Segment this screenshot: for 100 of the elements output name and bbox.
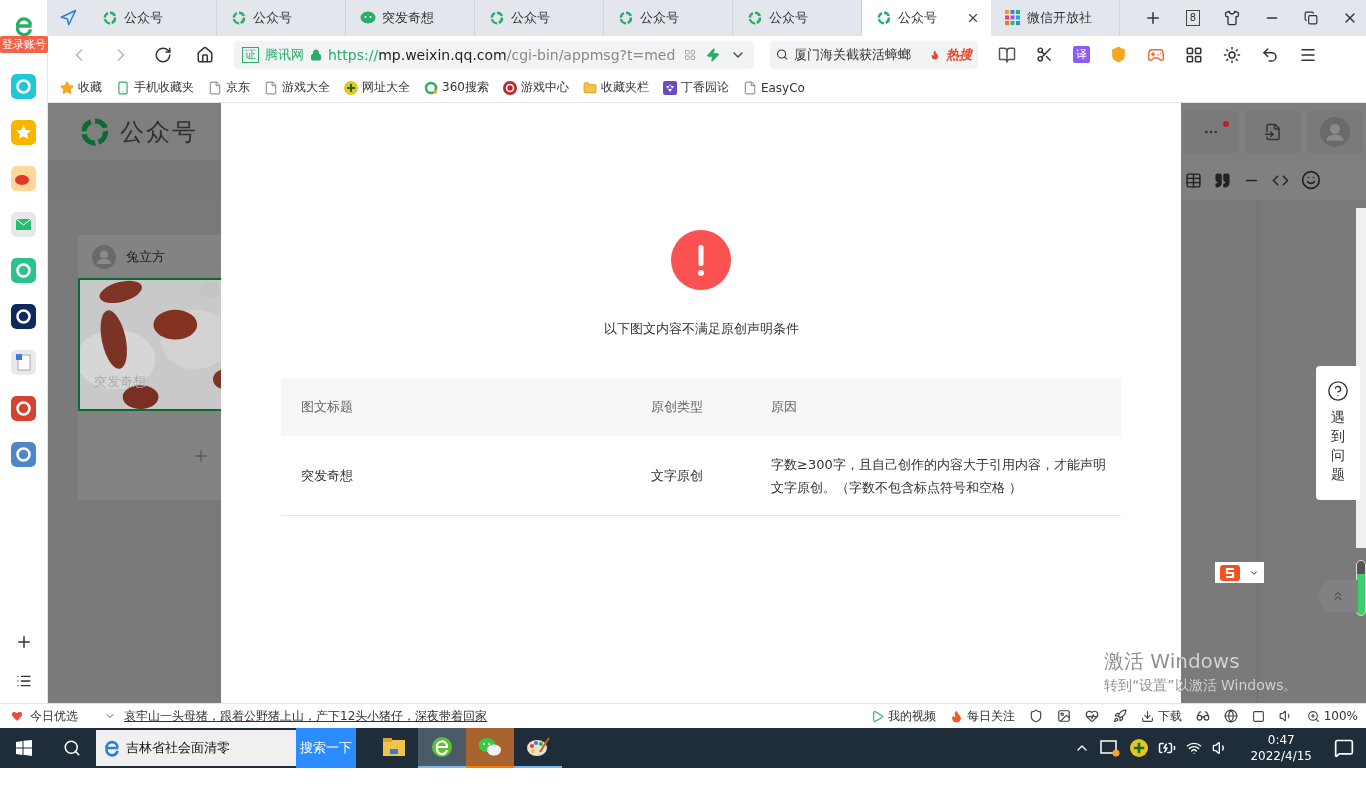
- health-icon[interactable]: [1084, 709, 1099, 723]
- swirl-logo-icon: [489, 10, 505, 26]
- shield-icon[interactable]: [1028, 709, 1043, 723]
- ring-icon: [424, 80, 438, 95]
- page-icon: [264, 80, 278, 95]
- status-link[interactable]: 我的视频: [887, 707, 936, 725]
- author-name: 兔立方: [126, 247, 165, 266]
- home-icon[interactable]: [196, 45, 214, 64]
- browser-icon[interactable]: [431, 736, 453, 758]
- bookmark-item[interactable]: 游戏中心: [502, 79, 569, 96]
- bookmark-item[interactable]: 收藏: [60, 79, 102, 96]
- column-header: 原创类型: [650, 398, 704, 416]
- glasses-icon[interactable]: [1195, 709, 1210, 723]
- avatar-icon: [92, 244, 116, 269]
- game-badge-icon: [502, 80, 517, 95]
- bookmark-item[interactable]: 收藏夹栏: [582, 79, 649, 96]
- paint-palette-icon[interactable]: [526, 736, 550, 758]
- image-icon[interactable]: [1056, 709, 1071, 723]
- rocket-icon[interactable]: [1112, 709, 1127, 723]
- browser-logo-icon: [102, 738, 122, 758]
- status-link[interactable]: 每日关注: [966, 707, 1015, 725]
- search-field[interactable]: 厦门海关截获活蟑螂 热搜: [770, 40, 978, 69]
- apps-grid-icon[interactable]: [1185, 45, 1203, 64]
- taskbar-search-field[interactable]: 吉林省社会面清零: [96, 730, 296, 766]
- restore-icon[interactable]: [1304, 11, 1318, 25]
- swirl-logo-icon: [102, 10, 118, 26]
- bookmark-item[interactable]: EasyCo: [742, 80, 805, 95]
- tab-count[interactable]: 8: [1185, 10, 1200, 26]
- navigation-icon[interactable]: [59, 9, 77, 27]
- bookmark-item[interactable]: 360搜索: [424, 79, 489, 96]
- bookmark-item[interactable]: 京东: [208, 79, 250, 96]
- swirl-logo-icon: [747, 10, 763, 26]
- address-field[interactable]: 证 腾讯网 https://mp.weixin.qq.com/cgi-bin/appmsg?t=med: [234, 40, 754, 69]
- swirl-logo-icon: [231, 10, 247, 26]
- folder-icon[interactable]: [383, 738, 405, 756]
- plus-circle-icon[interactable]: [1130, 739, 1149, 757]
- shirt-icon[interactable]: [1224, 10, 1240, 26]
- taskbar-search-input[interactable]: 吉林省社会面清零: [126, 740, 236, 756]
- input-method-logo-icon[interactable]: [1219, 564, 1240, 581]
- clock[interactable]: 0:47 2022/4/15: [1250, 732, 1312, 764]
- column-header: 图文标题: [300, 398, 354, 416]
- quote-icon[interactable]: [1214, 171, 1231, 189]
- undo-icon[interactable]: [1261, 45, 1279, 64]
- lock-icon: [310, 48, 322, 61]
- page-icon: [208, 80, 222, 95]
- window-icon[interactable]: [1251, 709, 1265, 723]
- translate-button[interactable]: 译: [1073, 46, 1090, 63]
- flower-icon: [662, 80, 677, 95]
- help-label[interactable]: 遇到问题: [1331, 408, 1345, 484]
- table-cell-text: 突发奇想: [300, 467, 354, 485]
- brightness-icon[interactable]: [1223, 45, 1241, 64]
- zoom-icon[interactable]: [1306, 709, 1320, 723]
- flame-icon[interactable]: [949, 709, 963, 723]
- search-icon[interactable]: [776, 47, 789, 62]
- help-icon[interactable]: [1327, 380, 1349, 402]
- bookmark-item[interactable]: 游戏大全: [264, 79, 330, 96]
- status-label[interactable]: 今日优选: [30, 707, 78, 725]
- plus-circle-icon: [344, 80, 358, 95]
- lightning-icon[interactable]: [706, 47, 720, 62]
- search-input[interactable]: 厦门海关截获活蟑螂: [794, 47, 925, 62]
- wifi-icon[interactable]: [1186, 740, 1203, 756]
- globe-icon[interactable]: [1223, 709, 1238, 723]
- headline-link[interactable]: 哀牢山一头母猪，跟着公野猪上山，产下12头小猪仔，深夜带着回家: [124, 707, 488, 725]
- reader-icon[interactable]: [998, 45, 1016, 64]
- flame-icon: [930, 48, 940, 61]
- chat-bubble-icon: [360, 11, 376, 25]
- phone-icon: [116, 80, 130, 95]
- star-icon: [60, 80, 74, 95]
- swirl-logo-icon: [876, 10, 892, 26]
- hot-search-link[interactable]: 热搜: [946, 45, 972, 64]
- heart-icon: [10, 709, 24, 723]
- notification-icon[interactable]: [1334, 738, 1354, 758]
- colorful-grid-icon: [1005, 10, 1021, 26]
- play-icon[interactable]: [870, 709, 884, 723]
- scissors-icon[interactable]: [1036, 46, 1053, 63]
- bookmark-item[interactable]: 网址大全: [344, 79, 410, 96]
- column-header: 原因: [770, 398, 798, 416]
- folder-icon: [582, 80, 597, 95]
- dialog-message: 以下图文内容不满足原创声明条件: [603, 320, 799, 338]
- table-icon[interactable]: [1185, 171, 1202, 189]
- zoom-level[interactable]: 100%: [1323, 709, 1358, 723]
- page-icon: [742, 80, 757, 95]
- table-cell-text: 文字原创: [650, 467, 704, 485]
- site-logo-text: 公众号: [120, 116, 198, 148]
- document-app-icon[interactable]: [11, 350, 36, 375]
- close-icon[interactable]: [966, 11, 980, 25]
- bookmark-item[interactable]: 丁香园论: [662, 79, 729, 96]
- star-app-icon[interactable]: [11, 120, 36, 145]
- reload-icon[interactable]: [154, 45, 172, 64]
- bookmark-item[interactable]: 手机收藏夹: [116, 79, 194, 96]
- chat-app-icon[interactable]: [478, 737, 502, 757]
- browser-tab[interactable]: 公众号: [862, 0, 991, 36]
- swirl-logo-icon: [618, 10, 634, 26]
- download-icon[interactable]: [1140, 709, 1154, 723]
- download-link[interactable]: 下载: [1157, 707, 1182, 725]
- emoji-icon[interactable]: [1301, 170, 1321, 190]
- list-icon[interactable]: [15, 673, 32, 689]
- tray-app-icon[interactable]: [1100, 739, 1121, 757]
- table-cell-text: 字数≥300字，且自己创作的内容大于引用内容，才能声明文字原创。（字数不包含标点符号和空格 ）: [770, 455, 1107, 497]
- document-icon[interactable]: [1264, 122, 1282, 141]
